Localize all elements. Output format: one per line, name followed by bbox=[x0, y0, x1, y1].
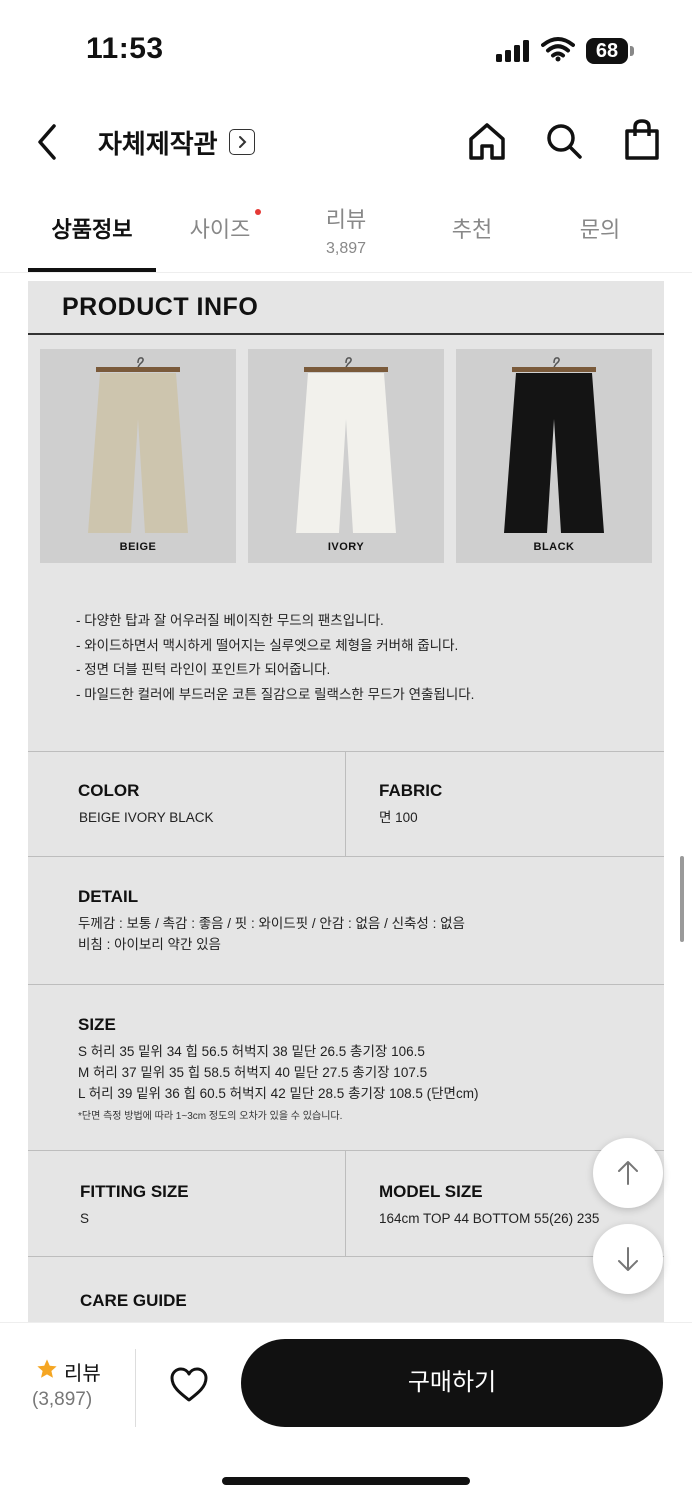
scroll-top-button[interactable] bbox=[593, 1138, 663, 1208]
pants-shape bbox=[88, 373, 188, 533]
detail-line: 비침 : 아이보리 약간 있음 bbox=[78, 937, 221, 952]
heart-icon[interactable] bbox=[168, 1365, 210, 1405]
tab-size[interactable]: 사이즈 bbox=[170, 192, 270, 272]
review-count[interactable]: (3,897) bbox=[32, 1389, 92, 1411]
color-photo-black[interactable]: BLACK bbox=[456, 349, 652, 563]
size-heading: SIZE bbox=[78, 1015, 116, 1034]
divider bbox=[345, 751, 346, 856]
divider bbox=[28, 856, 664, 857]
pants-shape bbox=[296, 373, 396, 533]
tab-product-info[interactable]: 상품정보 bbox=[28, 192, 156, 272]
battery-icon: 68 bbox=[586, 38, 628, 64]
description-line: - 마일드한 컬러에 부드러운 코튼 질감으로 릴랙스한 무드가 연출됩니다. bbox=[76, 686, 475, 702]
product-description: - 다양한 탑과 잘 어우러질 베이직한 무드의 팬츠입니다. - 와이드하면서… bbox=[76, 609, 474, 707]
store-name[interactable]: 자체제작관 bbox=[98, 124, 218, 161]
top-nav: 자체제작관 bbox=[0, 100, 692, 190]
bottom-divider bbox=[135, 1349, 136, 1427]
divider bbox=[28, 1256, 664, 1257]
size-line: S 허리 35 밑위 34 힙 56.5 허벅지 38 밑단 26.5 총기장 … bbox=[78, 1044, 425, 1059]
shopping-bag-icon[interactable] bbox=[622, 118, 662, 162]
tab-recommend[interactable]: 추천 bbox=[422, 192, 522, 272]
bottom-bar: 리뷰 (3,897) 구매하기 bbox=[0, 1322, 692, 1501]
detail-line: 두께감 : 보통 / 촉감 : 좋음 / 핏 : 와이드핏 / 안감 : 없음 … bbox=[78, 916, 465, 931]
care-guide-heading: CARE GUIDE bbox=[80, 1291, 187, 1310]
model-size-heading: MODEL SIZE bbox=[379, 1182, 483, 1201]
chevron-right-icon[interactable] bbox=[229, 129, 255, 155]
detail-heading: DETAIL bbox=[78, 887, 139, 906]
tab-label: 상품정보 bbox=[51, 217, 133, 242]
size-line: M 허리 37 밑위 35 힙 58.5 허벅지 40 밑단 27.5 총기장 … bbox=[78, 1065, 428, 1080]
color-value: BEIGE IVORY BLACK bbox=[79, 810, 214, 825]
buy-button[interactable]: 구매하기 bbox=[241, 1339, 663, 1427]
description-line: - 정면 더블 핀턱 라인이 포인트가 되어줍니다. bbox=[76, 662, 331, 677]
scrollbar[interactable] bbox=[680, 856, 684, 942]
divider bbox=[345, 1150, 346, 1256]
product-info-title: PRODUCT INFO bbox=[62, 293, 259, 321]
divider bbox=[28, 984, 664, 985]
pants-image bbox=[88, 357, 188, 533]
arrow-down-icon bbox=[618, 1247, 638, 1271]
tab-label: 사이즈 bbox=[189, 217, 251, 242]
tab-label: 리뷰 bbox=[325, 207, 367, 232]
wifi-icon bbox=[541, 37, 575, 62]
color-caption: IVORY bbox=[327, 541, 365, 553]
search-icon[interactable] bbox=[543, 120, 585, 162]
battery-tip bbox=[630, 46, 634, 56]
cellular-signal-icon bbox=[496, 40, 529, 62]
new-indicator-dot bbox=[255, 209, 261, 215]
tab-label: 문의 bbox=[579, 217, 621, 242]
tab-review[interactable]: 리뷰 3,897 bbox=[296, 192, 396, 272]
active-tab-indicator bbox=[28, 268, 156, 272]
pants-image bbox=[296, 357, 396, 533]
fabric-value: 면 100 bbox=[379, 810, 418, 825]
description-line: - 와이드하면서 맥시하게 떨어지는 실루엣으로 체형을 커버해 줍니다. bbox=[76, 637, 459, 653]
scroll-bottom-button[interactable] bbox=[593, 1224, 663, 1294]
color-heading: COLOR bbox=[78, 781, 140, 800]
description-line: - 다양한 탑과 잘 어우러질 베이직한 무드의 팬츠입니다. bbox=[76, 613, 384, 628]
size-line: L 허리 39 밑위 36 힙 60.5 허벅지 42 밑단 28.5 총기장 … bbox=[78, 1086, 479, 1101]
home-icon[interactable] bbox=[466, 120, 508, 162]
fitting-size-value: S bbox=[80, 1211, 90, 1226]
color-caption: BLACK bbox=[533, 541, 575, 553]
tab-label: 추천 bbox=[451, 217, 493, 242]
fabric-heading: FABRIC bbox=[379, 781, 443, 800]
home-indicator bbox=[222, 1477, 470, 1485]
star-icon bbox=[37, 1359, 57, 1378]
status-bar: 11:53 68 bbox=[0, 0, 692, 100]
back-arrow-icon[interactable] bbox=[32, 122, 62, 162]
divider bbox=[28, 1150, 664, 1151]
tab-review-count: 3,897 bbox=[325, 240, 367, 257]
product-tabs: 상품정보 사이즈 리뷰 3,897 추천 문의 bbox=[0, 192, 692, 273]
color-photo-ivory[interactable]: IVORY bbox=[248, 349, 444, 563]
pants-image bbox=[504, 357, 604, 533]
divider bbox=[28, 751, 664, 752]
title-rule bbox=[28, 333, 664, 335]
status-time: 11:53 bbox=[86, 32, 164, 65]
product-info-panel: PRODUCT INFO BEIGE IVORY BLACK - 다양한 탑과 … bbox=[28, 281, 664, 1326]
color-caption: BEIGE bbox=[119, 541, 157, 553]
color-photo-beige[interactable]: BEIGE bbox=[40, 349, 236, 563]
pants-shape bbox=[504, 373, 604, 533]
tab-inquiry[interactable]: 문의 bbox=[550, 192, 650, 272]
model-size-value: 164cm TOP 44 BOTTOM 55(26) 235 bbox=[379, 1211, 600, 1226]
arrow-up-icon bbox=[618, 1161, 638, 1185]
fitting-size-heading: FITTING SIZE bbox=[80, 1182, 189, 1201]
size-note: *단면 측정 방법에 따라 1~3cm 정도의 오차가 있을 수 있습니다. bbox=[78, 1111, 343, 1122]
review-label[interactable]: 리뷰 bbox=[64, 1357, 101, 1386]
